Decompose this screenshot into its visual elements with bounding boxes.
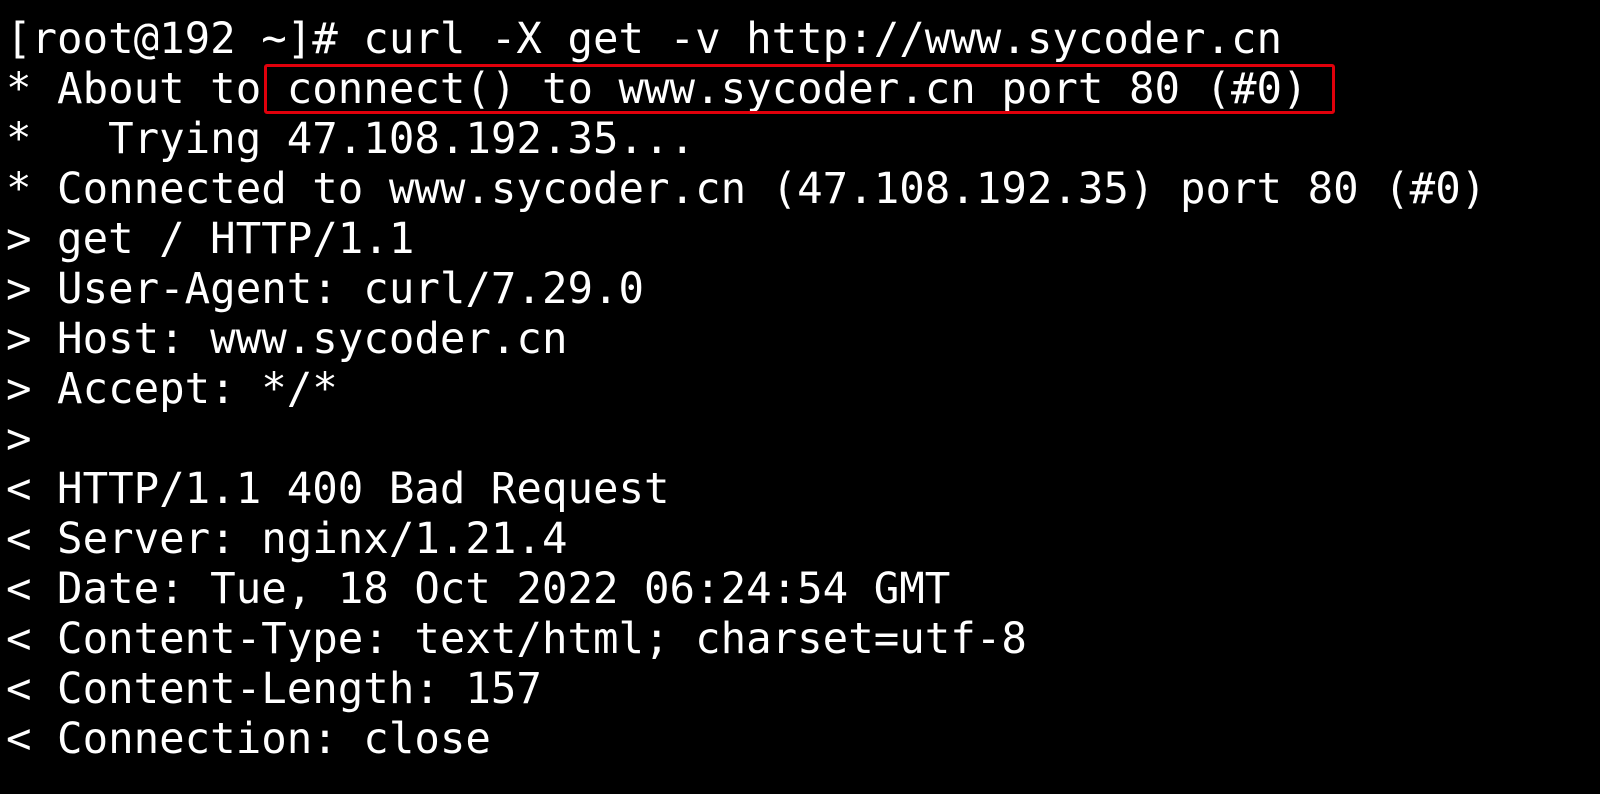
response-header-date: < Date: Tue, 18 Oct 2022 06:24:54 GMT <box>6 564 951 613</box>
request-header-user-agent: > User-Agent: curl/7.29.0 <box>6 264 645 313</box>
command-line: [root@192 ~]# curl -X get -v http://www.… <box>6 14 1283 63</box>
terminal-window: [root@192 ~]# curl -X get -v http://www.… <box>0 0 1600 794</box>
request-line: > get / HTTP/1.1 <box>6 214 415 263</box>
response-header-content-type: < Content-Type: text/html; charset=utf-8 <box>6 614 1027 663</box>
request-header-accept: > Accept: */* <box>6 364 338 413</box>
verbose-trying-line: * Trying 47.108.192.35... <box>6 114 696 163</box>
response-header-connection: < Connection: close <box>6 714 491 763</box>
request-end-line: > <box>6 414 32 463</box>
highlight-box <box>264 64 1335 114</box>
response-header-content-length: < Content-Length: 157 <box>6 664 542 713</box>
verbose-connected-line: * Connected to www.sycoder.cn (47.108.19… <box>6 164 1487 213</box>
response-header-server: < Server: nginx/1.21.4 <box>6 514 568 563</box>
request-header-host: > Host: www.sycoder.cn <box>6 314 568 363</box>
response-status-line: < HTTP/1.1 400 Bad Request <box>6 464 670 513</box>
